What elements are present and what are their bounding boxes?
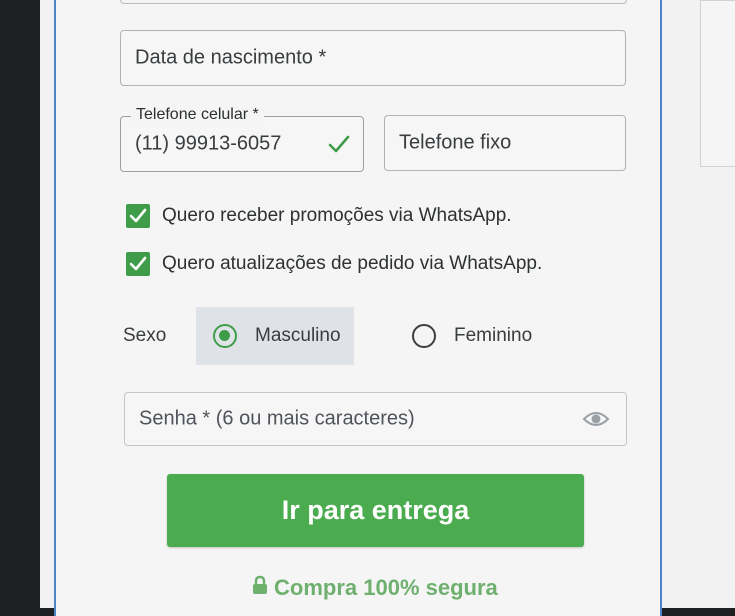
password-field[interactable]: Senha * (6 ou mais caracteres): [124, 392, 627, 446]
eye-icon[interactable]: [582, 408, 610, 436]
whatsapp-orders-option[interactable]: Quero atualizações de pedido via WhatsAp…: [126, 252, 542, 276]
radio-unselected-icon[interactable]: [412, 324, 436, 348]
birthdate-field[interactable]: Data de nascimento *: [120, 30, 626, 86]
side-panel-edge: [700, 0, 735, 167]
birthdate-placeholder: Data de nascimento *: [135, 46, 327, 69]
cellphone-label: Telefone celular *: [131, 106, 264, 124]
radio-selected-icon[interactable]: [213, 324, 237, 348]
whatsapp-promos-checkbox[interactable]: [126, 204, 150, 228]
landline-placeholder: Telefone fixo: [399, 131, 512, 154]
secure-purchase-text: Compra 100% segura: [274, 575, 498, 600]
secure-purchase-note: Compra 100% segura: [252, 575, 498, 601]
whatsapp-orders-label: Quero atualizações de pedido via WhatsAp…: [162, 253, 543, 274]
whatsapp-orders-checkbox[interactable]: [126, 252, 150, 276]
cellphone-field[interactable]: Telefone celular * (11) 99913-6057: [120, 106, 364, 172]
checkmark-icon: [129, 256, 147, 271]
go-to-delivery-button[interactable]: Ir para entrega: [167, 474, 584, 547]
landline-field[interactable]: Telefone fixo: [384, 115, 626, 171]
checkmark-icon: [129, 208, 147, 223]
sex-option-masculino[interactable]: Masculino: [196, 307, 354, 365]
password-placeholder: Senha * (6 ou mais caracteres): [139, 407, 415, 430]
sex-option-label: Masculino: [255, 325, 341, 346]
whatsapp-promos-option[interactable]: Quero receber promoções via WhatsApp.: [126, 204, 512, 228]
sex-option-feminino[interactable]: Feminino: [412, 307, 562, 365]
sex-option-label: Feminino: [454, 325, 533, 346]
previous-field-edge[interactable]: [120, 0, 627, 4]
sex-label: Sexo: [123, 325, 167, 346]
lock-icon: [252, 575, 268, 601]
cellphone-value: (11) 99913-6057: [135, 132, 282, 155]
check-icon: [327, 133, 351, 161]
whatsapp-promos-label: Quero receber promoções via WhatsApp.: [162, 205, 512, 226]
